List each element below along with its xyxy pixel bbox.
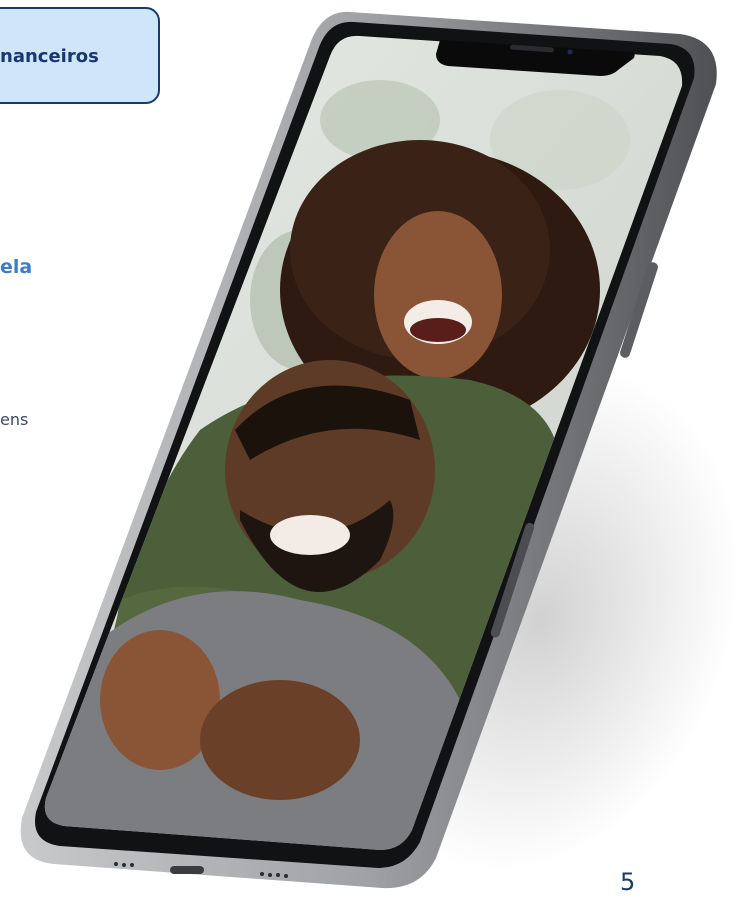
smartphone-photo — [0, 0, 736, 894]
page-number: 5 — [620, 868, 636, 896]
